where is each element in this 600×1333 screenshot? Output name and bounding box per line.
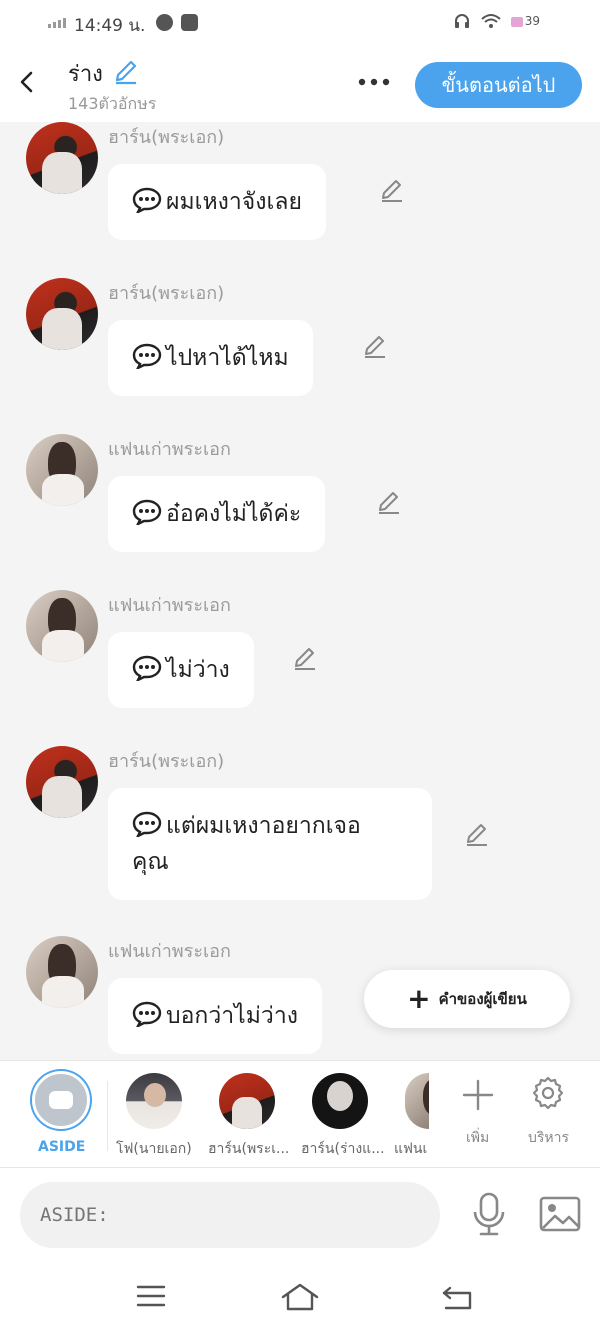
page-title: ร่าง [68, 62, 103, 87]
sender-name: แฟนเก่าพระเอก [108, 439, 231, 460]
avatar[interactable] [26, 590, 98, 662]
message-bubble[interactable]: อ๋อคงไม่ได้ค่ะ [108, 476, 326, 552]
headphones-icon [454, 14, 469, 28]
messenger-icon [156, 14, 173, 31]
character-label: โฟ(นายเอก) [116, 1141, 192, 1157]
edit-message-icon[interactable] [291, 644, 319, 672]
add-label: เพิ่ม [466, 1130, 490, 1146]
avatar[interactable] [26, 278, 98, 350]
edit-message-icon[interactable] [375, 488, 403, 516]
sender-name: ฮาร์น(พระเอก) [108, 283, 225, 304]
speech-bubble-icon [132, 655, 162, 681]
message-bubble[interactable]: ไปหาได้ไหม [108, 320, 313, 396]
speech-bubble-icon [132, 1001, 162, 1027]
sender-name: แฟนเก่าพระเอก [108, 941, 231, 962]
microphone-icon[interactable] [470, 1192, 508, 1236]
message-bubble[interactable]: บอกว่าไม่ว่าง [108, 978, 322, 1054]
message-bubble[interactable]: ไม่ว่าง [108, 632, 254, 708]
youtube-icon [181, 14, 198, 31]
character-selector: ASIDE โฟ(นายเอก) ฮาร์น(พระเ... ฮาร์น(ร่า… [0, 1060, 600, 1168]
edit-message-icon[interactable] [463, 820, 491, 848]
speech-bubble-icon [132, 811, 162, 837]
character-label: ฮาร์น(ร่างแ... [301, 1141, 385, 1157]
battery-icon [510, 16, 523, 27]
character-count: 143ตัวอักษร [68, 94, 157, 113]
system-back-icon[interactable] [440, 1282, 474, 1312]
signal-icon [48, 18, 66, 28]
speech-bubble-icon [132, 343, 162, 369]
avatar[interactable] [26, 746, 98, 818]
message-bubble[interactable]: ผมเหงาจังเลย [108, 164, 326, 240]
avatar[interactable] [26, 434, 98, 506]
character-avatar[interactable] [312, 1073, 368, 1129]
character-label: ฮาร์น(พระเ... [208, 1141, 290, 1157]
avatar[interactable] [26, 122, 98, 194]
input-bar [0, 1168, 600, 1260]
clock: 14:49 น. [74, 16, 146, 36]
manage-label: บริหาร [528, 1130, 570, 1146]
status-bar: 14:49 น. 39 [0, 0, 600, 46]
message-bubble[interactable]: แต่ผมเหงาอยากเจอ คุณ [108, 788, 432, 900]
gear-icon[interactable] [530, 1075, 566, 1111]
character-avatar[interactable] [405, 1073, 429, 1129]
character-avatar[interactable] [219, 1073, 275, 1129]
aside-label: ASIDE [38, 1139, 86, 1155]
character-avatar[interactable] [126, 1073, 182, 1129]
sender-name: ฮาร์น(พระเอก) [108, 751, 225, 772]
edit-message-icon[interactable] [378, 176, 406, 204]
home-icon[interactable] [280, 1282, 320, 1312]
battery-level: 39 [510, 14, 540, 28]
image-icon[interactable] [539, 1196, 581, 1232]
author-note-button[interactable]: + คำของผู้เขียน [364, 970, 570, 1028]
speech-bubble-icon [132, 187, 162, 213]
aside-character[interactable] [32, 1071, 90, 1129]
add-character-icon[interactable] [462, 1079, 494, 1111]
author-note-label: คำของผู้เขียน [438, 990, 527, 1008]
speech-bubble-icon [132, 499, 162, 525]
message-input[interactable] [20, 1182, 440, 1248]
edit-title-icon[interactable] [112, 58, 140, 86]
back-arrow-icon[interactable] [14, 68, 42, 96]
recent-apps-icon[interactable] [136, 1284, 166, 1308]
plus-icon: + [407, 982, 431, 1015]
avatar[interactable] [26, 936, 98, 1008]
header: ร่าง 143ตัวอักษร ขั้นตอนต่อไป [0, 46, 600, 122]
wifi-icon [481, 14, 501, 28]
edit-message-icon[interactable] [361, 332, 389, 360]
more-options-icon[interactable] [354, 72, 394, 92]
next-step-button[interactable]: ขั้นตอนต่อไป [415, 62, 582, 108]
character-label: แฟนเ [394, 1141, 428, 1157]
system-nav-bar [0, 1260, 600, 1333]
sender-name: แฟนเก่าพระเอก [108, 595, 231, 616]
chat-area[interactable]: ฮาร์น(พระเอก) ผมเหงาจังเลย ฮาร์น(พระเอก)… [0, 122, 600, 1060]
sender-name: ฮาร์น(พระเอก) [108, 127, 225, 148]
